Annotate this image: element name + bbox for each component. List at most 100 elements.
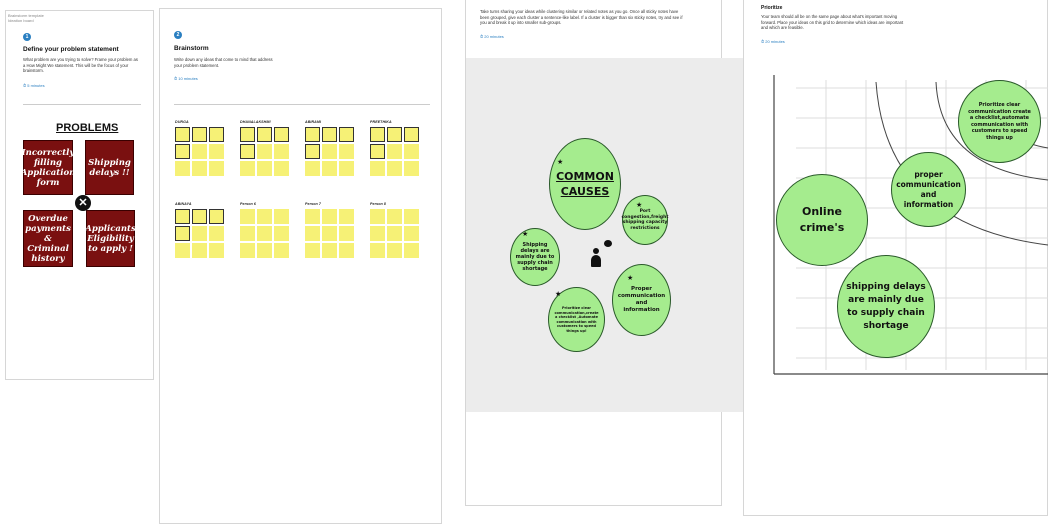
problem-card[interactable]: Incorrectly filling Application form	[21, 140, 75, 195]
sticky-note[interactable]	[404, 243, 419, 258]
sticky-note[interactable]	[305, 226, 320, 241]
sticky-note[interactable]	[339, 161, 354, 176]
sticky-note[interactable]	[322, 226, 337, 241]
close-icon[interactable]: ✕	[75, 195, 91, 211]
sticky-note[interactable]	[305, 127, 320, 142]
sticky-note[interactable]	[175, 144, 190, 159]
sticky-note[interactable]	[209, 144, 224, 159]
person-head-icon	[593, 248, 599, 254]
sticky-note[interactable]	[387, 127, 402, 142]
sticky-note[interactable]	[274, 226, 289, 241]
problem-card[interactable]: Shipping delays !!	[85, 140, 134, 195]
sticky-note[interactable]	[339, 243, 354, 258]
panel-title: Prioritize	[761, 5, 783, 11]
panel-time: ⏱ 20 minutes	[761, 39, 785, 44]
sticky-note[interactable]	[305, 209, 320, 224]
sticky-note[interactable]	[274, 209, 289, 224]
problem-card[interactable]: Applicants Eligibility to apply !	[85, 210, 136, 267]
cluster-bubble[interactable]: Proper communication and information	[612, 264, 671, 336]
sticky-note[interactable]	[370, 127, 385, 142]
sticky-note[interactable]	[240, 226, 255, 241]
sticky-note[interactable]	[404, 144, 419, 159]
sticky-note[interactable]	[257, 243, 272, 258]
sticky-note[interactable]	[240, 127, 255, 142]
sticky-note[interactable]	[387, 226, 402, 241]
sticky-group-abinaya: ABINAYA	[175, 202, 227, 258]
sticky-note[interactable]	[192, 243, 207, 258]
sticky-note[interactable]	[257, 144, 272, 159]
sticky-note[interactable]	[370, 144, 385, 159]
sticky-note[interactable]	[305, 243, 320, 258]
time-label: 10 minutes	[178, 76, 198, 81]
sticky-note[interactable]	[240, 161, 255, 176]
sticky-note[interactable]	[192, 226, 207, 241]
priority-bubble[interactable]: Online crime's	[776, 174, 868, 266]
sticky-note[interactable]	[192, 127, 207, 142]
sticky-note[interactable]	[404, 161, 419, 176]
common-causes-bubble[interactable]: COMMON CAUSES	[549, 138, 621, 230]
sticky-note[interactable]	[370, 161, 385, 176]
sticky-note[interactable]	[404, 209, 419, 224]
sticky-note[interactable]	[192, 209, 207, 224]
sticky-note[interactable]	[339, 127, 354, 142]
sticky-note[interactable]	[339, 209, 354, 224]
step-badge: 2	[174, 31, 182, 39]
priority-bubble[interactable]: proper communication and information	[891, 152, 966, 227]
sticky-note[interactable]	[175, 243, 190, 258]
panel-description: Take turns sharing your ideas while clus…	[480, 9, 683, 26]
sticky-note[interactable]	[322, 209, 337, 224]
sticky-note[interactable]	[387, 209, 402, 224]
priority-bubble[interactable]: shipping delays are mainly due to supply…	[837, 255, 935, 358]
sticky-note[interactable]	[387, 243, 402, 258]
sticky-note[interactable]	[240, 243, 255, 258]
sticky-note[interactable]	[322, 127, 337, 142]
sticky-note[interactable]	[257, 127, 272, 142]
sticky-note[interactable]	[175, 226, 190, 241]
sticky-note[interactable]	[240, 209, 255, 224]
sticky-note[interactable]	[370, 226, 385, 241]
cluster-bubble[interactable]: Shipping delays are mainly due to supply…	[510, 228, 560, 286]
divider	[174, 104, 430, 105]
sticky-note[interactable]	[192, 161, 207, 176]
panel-description: Write down any ideas that come to mind t…	[174, 57, 273, 68]
sticky-note[interactable]	[322, 243, 337, 258]
sticky-note[interactable]	[209, 226, 224, 241]
sticky-note[interactable]	[274, 243, 289, 258]
sticky-note[interactable]	[175, 209, 190, 224]
problem-card[interactable]: Overdue payments & Criminal history	[23, 210, 73, 267]
panel-title: Brainstorm	[174, 45, 209, 52]
sticky-note[interactable]	[339, 144, 354, 159]
sticky-note[interactable]	[322, 161, 337, 176]
sticky-note[interactable]	[387, 144, 402, 159]
sticky-note[interactable]	[305, 161, 320, 176]
sticky-note[interactable]	[192, 144, 207, 159]
person-name: Person 7	[305, 202, 321, 206]
sticky-note[interactable]	[370, 243, 385, 258]
sticky-note[interactable]	[370, 209, 385, 224]
divider	[23, 104, 141, 105]
sticky-note[interactable]	[274, 144, 289, 159]
priority-bubble[interactable]: Prioritize clear communication create a …	[958, 80, 1041, 163]
sticky-note[interactable]	[404, 127, 419, 142]
sticky-note[interactable]	[339, 226, 354, 241]
sticky-note[interactable]	[209, 161, 224, 176]
sticky-note[interactable]	[175, 161, 190, 176]
sticky-note[interactable]	[404, 226, 419, 241]
cluster-bubble[interactable]: Port congestion,freight shipping capacit…	[622, 195, 668, 245]
sticky-note[interactable]	[175, 127, 190, 142]
sticky-note[interactable]	[257, 161, 272, 176]
sticky-note[interactable]	[274, 127, 289, 142]
sticky-note[interactable]	[209, 243, 224, 258]
sticky-note[interactable]	[209, 127, 224, 142]
problems-heading: PROBLEMS	[56, 122, 119, 134]
sticky-note[interactable]	[274, 161, 289, 176]
person-body-icon	[591, 255, 601, 267]
sticky-note[interactable]	[257, 209, 272, 224]
sticky-note[interactable]	[305, 144, 320, 159]
sticky-note[interactable]	[240, 144, 255, 159]
clustering-canvas	[466, 58, 746, 412]
sticky-note[interactable]	[209, 209, 224, 224]
sticky-note[interactable]	[387, 161, 402, 176]
sticky-note[interactable]	[257, 226, 272, 241]
sticky-note[interactable]	[322, 144, 337, 159]
